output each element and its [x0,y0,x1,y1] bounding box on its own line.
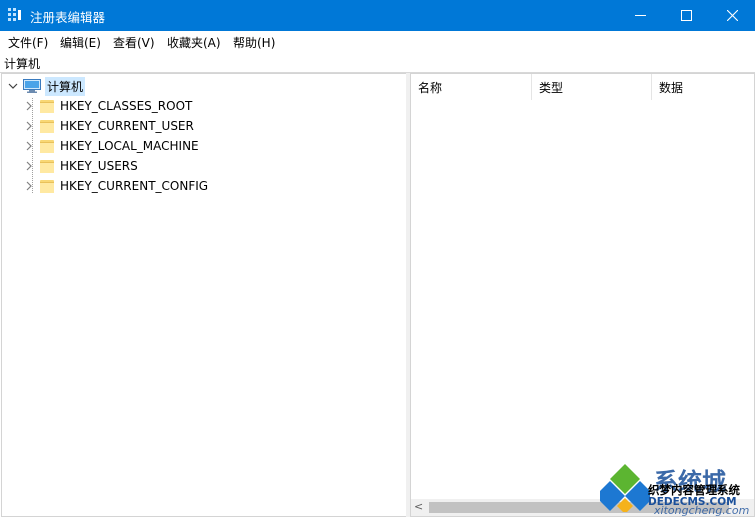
address-path[interactable]: 计算机 [4,55,40,72]
watermark-url: xitongcheng.com [654,504,750,517]
address-bar[interactable]: 计算机 [0,52,755,73]
computer-icon [23,79,41,93]
scroll-left-icon[interactable]: < [414,500,423,513]
tree-label: HKEY_LOCAL_MACHINE [60,139,199,153]
menu-edit[interactable]: 编辑(E) [60,34,101,51]
menu-help[interactable]: 帮助(H) [233,34,275,51]
column-header-type[interactable]: 类型 [532,74,652,100]
column-header-data[interactable]: 数据 [652,74,754,100]
chevron-right-icon[interactable] [24,141,34,151]
watermark: 系统城 织梦内容管理系统 DEDECMS.COM xitongcheng.com [600,462,753,517]
menu-view[interactable]: 查看(V) [113,34,155,51]
watermark-logo-icon [600,464,650,512]
menu-favorites[interactable]: 收藏夹(A) [167,34,221,51]
tree-item-hkey-classes-root[interactable]: HKEY_CLASSES_ROOT [24,96,192,116]
tree-item-hkey-current-config[interactable]: HKEY_CURRENT_CONFIG [24,176,208,196]
column-header-name[interactable]: 名称 [411,74,532,100]
folder-icon [40,140,54,153]
tree-item-hkey-current-user[interactable]: HKEY_CURRENT_USER [24,116,194,136]
registry-editor-icon [8,8,21,21]
column-header-label: 数据 [659,80,684,95]
tree-label: HKEY_CLASSES_ROOT [60,99,193,113]
folder-icon [40,100,54,113]
window-title: 注册表编辑器 [30,10,106,25]
close-button[interactable] [709,0,755,31]
close-icon [726,10,738,21]
folder-icon [40,180,54,193]
chevron-down-icon[interactable] [8,81,18,91]
chevron-right-icon[interactable] [24,101,34,111]
tree-label-computer: 计算机 [45,76,86,96]
value-list-pane[interactable]: 名称 类型 数据 < [410,73,755,517]
tree-item-hkey-local-machine[interactable]: HKEY_LOCAL_MACHINE [24,136,199,156]
tree-label: HKEY_USERS [60,159,138,173]
minimize-button[interactable] [617,0,663,31]
chevron-right-icon[interactable] [24,121,34,131]
menu-bar: 文件(F) 编辑(E) 查看(V) 收藏夹(A) 帮助(H) [0,31,755,53]
folder-icon [40,160,54,173]
column-header-label: 类型 [539,80,564,95]
tree-label: HKEY_CURRENT_CONFIG [60,179,209,193]
minimize-icon [634,15,646,16]
tree-item-hkey-users[interactable]: HKEY_USERS [24,156,138,176]
column-header-label: 名称 [418,80,443,95]
tree-label: HKEY_CURRENT_USER [60,119,194,133]
title-bar: 注册表编辑器 [0,0,755,31]
key-tree-pane[interactable]: 计算机 HKEY_CLASSES_ROOT HKEY_CURRENT_USER … [1,73,407,517]
maximize-button[interactable] [663,0,709,31]
tree-item-computer[interactable]: 计算机 [8,76,86,96]
folder-icon [40,120,54,133]
menu-file[interactable]: 文件(F) [8,34,48,51]
maximize-icon [680,10,692,21]
chevron-right-icon[interactable] [24,161,34,171]
chevron-right-icon[interactable] [24,181,34,191]
